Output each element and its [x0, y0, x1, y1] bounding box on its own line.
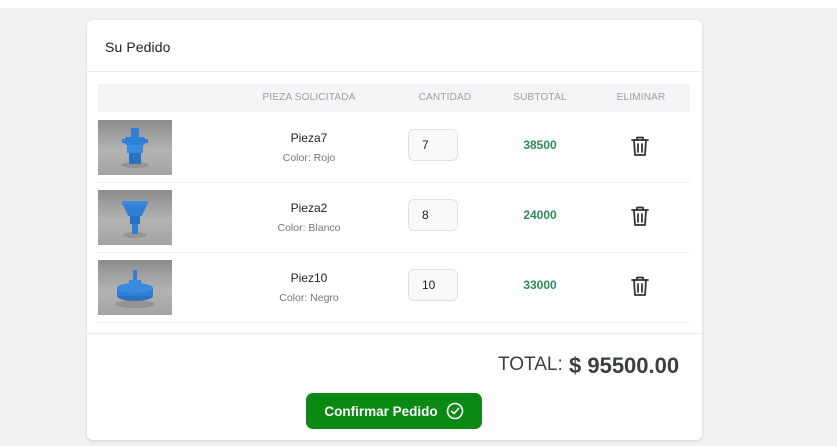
quantity-input[interactable]	[408, 199, 458, 231]
column-header-subtotal: SUBTOTAL	[513, 92, 567, 103]
quantity-input[interactable]	[408, 269, 458, 301]
order-card: Su Pedido PIEZA SOLICITADA CANTIDAD SUBT…	[87, 20, 702, 440]
confirm-order-button[interactable]: Confirmar Pedido	[306, 393, 482, 429]
table-row: Piez10 Color: Negro 33000	[98, 252, 690, 323]
blue-knob-part-image	[115, 270, 155, 308]
part-image	[98, 260, 172, 315]
item-color: Color: Rojo	[282, 152, 336, 164]
item-color: Color: Negro	[279, 292, 339, 304]
part-image	[98, 190, 172, 245]
item-name: Pieza7	[290, 131, 328, 145]
blue-gear-part-image	[121, 128, 149, 168]
item-subtotal: 24000	[523, 208, 557, 222]
bottom-divider	[87, 333, 702, 334]
confirm-order-label: Confirmar Pedido	[324, 403, 438, 419]
trash-icon[interactable]	[629, 134, 651, 158]
order-title: Su Pedido	[105, 39, 171, 55]
item-subtotal: 33000	[523, 278, 557, 292]
table-row: Pieza2 Color: Blanco 24000	[98, 182, 690, 253]
item-name: Pieza2	[290, 201, 328, 215]
table-row: Pieza7 Color: Rojo 38500	[98, 112, 690, 183]
trash-icon[interactable]	[629, 274, 651, 298]
blue-funnel-part-image	[122, 201, 148, 238]
total-value: $ 95500.00	[569, 353, 680, 378]
check-circle-icon	[446, 402, 463, 420]
column-header-remove: ELIMINAR	[616, 92, 666, 103]
top-strip	[0, 0, 837, 8]
table-header: PIEZA SOLICITADA CANTIDAD SUBTOTAL ELIMI…	[98, 84, 690, 112]
title-divider	[87, 71, 702, 72]
part-image	[98, 120, 172, 175]
quantity-input[interactable]	[408, 129, 458, 161]
item-subtotal: 38500	[523, 138, 557, 152]
trash-icon[interactable]	[629, 204, 651, 228]
column-header-piece: PIEZA SOLICITADA	[262, 92, 356, 103]
item-name: Piez10	[290, 271, 328, 285]
item-color: Color: Blanco	[277, 222, 341, 234]
column-header-quantity: CANTIDAD	[418, 92, 472, 103]
total-label: TOTAL:	[498, 354, 563, 375]
